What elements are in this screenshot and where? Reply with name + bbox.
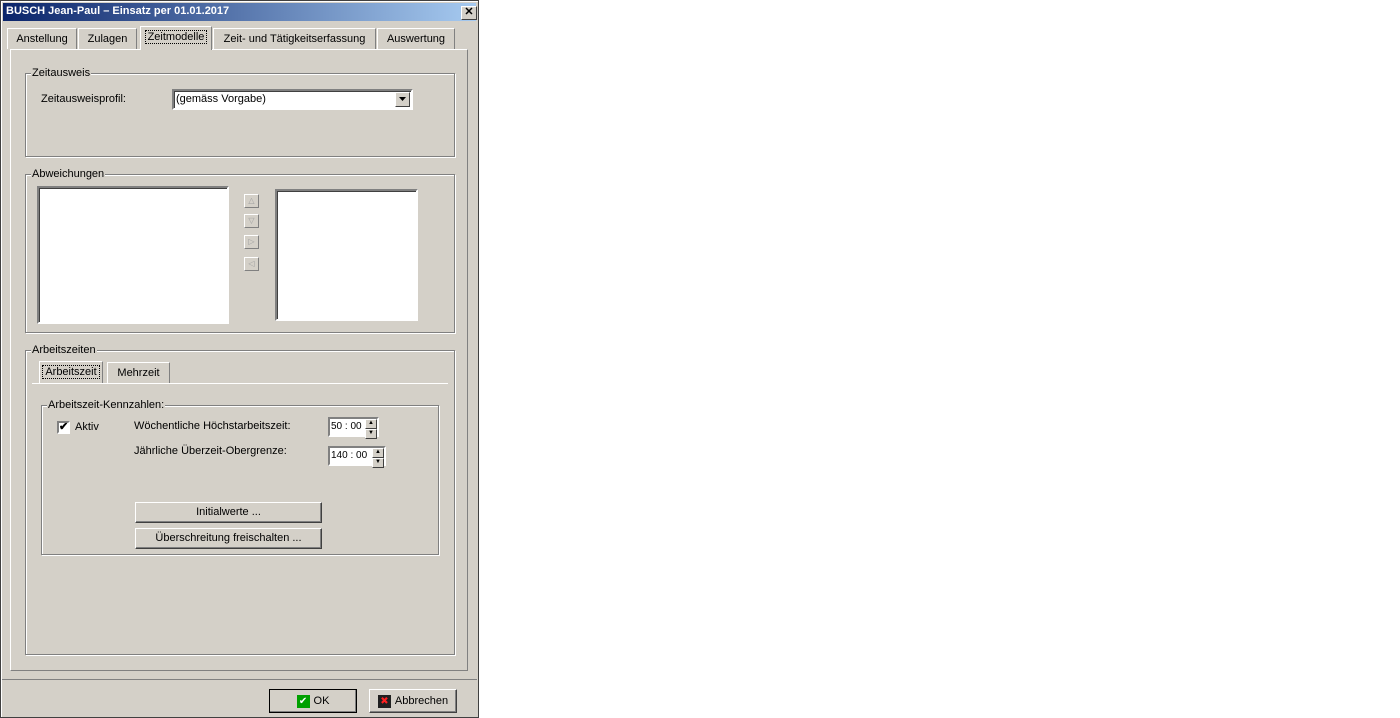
tab-zulagen[interactable]: Zulagen — [78, 28, 137, 49]
weekly-max-stepper[interactable]: 50 : 00 ▲ ▼ — [328, 417, 379, 439]
freischalten-button[interactable]: Überschreitung freischalten ... — [135, 528, 322, 549]
abweichungen-available-list[interactable] — [37, 186, 229, 324]
ok-icon: ✔ — [296, 694, 310, 708]
initialwerte-button[interactable]: Initialwerte ... — [135, 502, 322, 523]
cancel-icon: ✖ — [377, 694, 391, 708]
subtab-mehrzeit[interactable]: Mehrzeit — [107, 362, 170, 383]
spin-up-icon: ▲ — [375, 449, 381, 455]
spin-down-button[interactable]: ▼ — [365, 429, 377, 439]
window-title: BUSCH Jean-Paul – Einsatz per 01.01.2017 — [6, 5, 230, 17]
zeitausweis-group-label: Zeitausweis — [31, 67, 92, 79]
weekly-max-label: Wöchentliche Höchstarbeitszeit: — [134, 420, 291, 432]
tab-anstellung[interactable]: Anstellung — [7, 28, 77, 49]
subtab-label: Arbeitszeit — [42, 365, 100, 379]
arbeitszeiten-group-label: Arbeitszeiten — [31, 344, 97, 356]
tab-zeit-und-taetigkeitserfassung[interactable]: Zeit- und Tätigkeitserfassung — [213, 28, 376, 49]
dropdown-button[interactable] — [395, 92, 410, 107]
spin-up-button[interactable]: ▲ — [365, 419, 377, 429]
ok-button[interactable]: ✔ OK — [269, 689, 357, 713]
dialog-window: BUSCH Jean-Paul – Einsatz per 01.01.2017… — [0, 0, 479, 718]
cancel-label: Abbrechen — [394, 695, 449, 707]
weekly-max-value: 50 : 00 — [331, 421, 362, 432]
kennzahlen-group-label: Arbeitszeit-Kennzahlen: — [47, 399, 166, 411]
triangle-up-icon: △ — [248, 196, 255, 205]
freischalten-label: Überschreitung freischalten ... — [155, 532, 302, 544]
zeitausweisprofil-label: Zeitausweisprofil: — [41, 93, 126, 105]
close-button[interactable]: ✕ — [461, 6, 477, 20]
check-icon: ✔ — [59, 421, 69, 433]
title-bar[interactable]: BUSCH Jean-Paul – Einsatz per 01.01.2017… — [3, 3, 477, 21]
aktiv-label: Aktiv — [75, 421, 99, 433]
abweichungen-selected-list[interactable] — [275, 189, 418, 321]
zeitausweisprofil-value: (gemäss Vorgabe) — [176, 93, 266, 105]
yearly-limit-label: Jährliche Überzeit-Obergrenze: — [134, 445, 287, 457]
triangle-left-icon: ◁ — [248, 259, 255, 268]
tab-label: Anstellung — [16, 33, 68, 45]
add-button[interactable]: ▷ — [244, 235, 259, 249]
subtab-arbeitszeit[interactable]: Arbeitszeit — [39, 361, 103, 383]
yearly-limit-stepper[interactable]: 140 : 00 ▲ ▼ — [328, 446, 386, 468]
chevron-down-icon — [399, 97, 406, 101]
footer-separator — [2, 679, 477, 680]
tab-label: Auswertung — [386, 33, 446, 45]
spin-up-icon: ▲ — [368, 420, 374, 426]
spin-down-icon: ▼ — [375, 459, 381, 465]
abweichungen-group-label: Abweichungen — [31, 168, 106, 180]
spin-up-button[interactable]: ▲ — [372, 448, 384, 458]
move-down-button[interactable]: ▽ — [244, 214, 259, 228]
spin-down-button[interactable]: ▼ — [372, 458, 384, 468]
remove-button[interactable]: ◁ — [244, 257, 259, 271]
yearly-limit-value: 140 : 00 — [331, 450, 368, 461]
initialwerte-label: Initialwerte ... — [196, 506, 261, 518]
triangle-down-icon: ▽ — [248, 216, 255, 225]
move-up-button[interactable]: △ — [244, 194, 259, 208]
spin-down-icon: ▼ — [368, 430, 374, 436]
tab-label: Zulagen — [87, 33, 128, 45]
zeitausweisprofil-select[interactable]: (gemäss Vorgabe) — [172, 89, 413, 110]
tab-label: Zeitmodelle — [144, 30, 208, 44]
zeitausweis-group — [25, 73, 455, 157]
triangle-right-icon: ▷ — [248, 237, 255, 246]
tab-zeitmodelle[interactable]: Zeitmodelle — [140, 26, 212, 50]
subtab-divider — [32, 383, 448, 384]
tab-label: Zeit- und Tätigkeitserfassung — [223, 33, 366, 45]
aktiv-checkbox[interactable]: ✔ — [57, 421, 70, 434]
subtab-label: Mehrzeit — [117, 367, 160, 379]
close-icon: ✕ — [464, 6, 474, 18]
tab-auswertung[interactable]: Auswertung — [377, 28, 455, 49]
cancel-button[interactable]: ✖ Abbrechen — [369, 689, 457, 713]
ok-label: OK — [313, 695, 330, 707]
